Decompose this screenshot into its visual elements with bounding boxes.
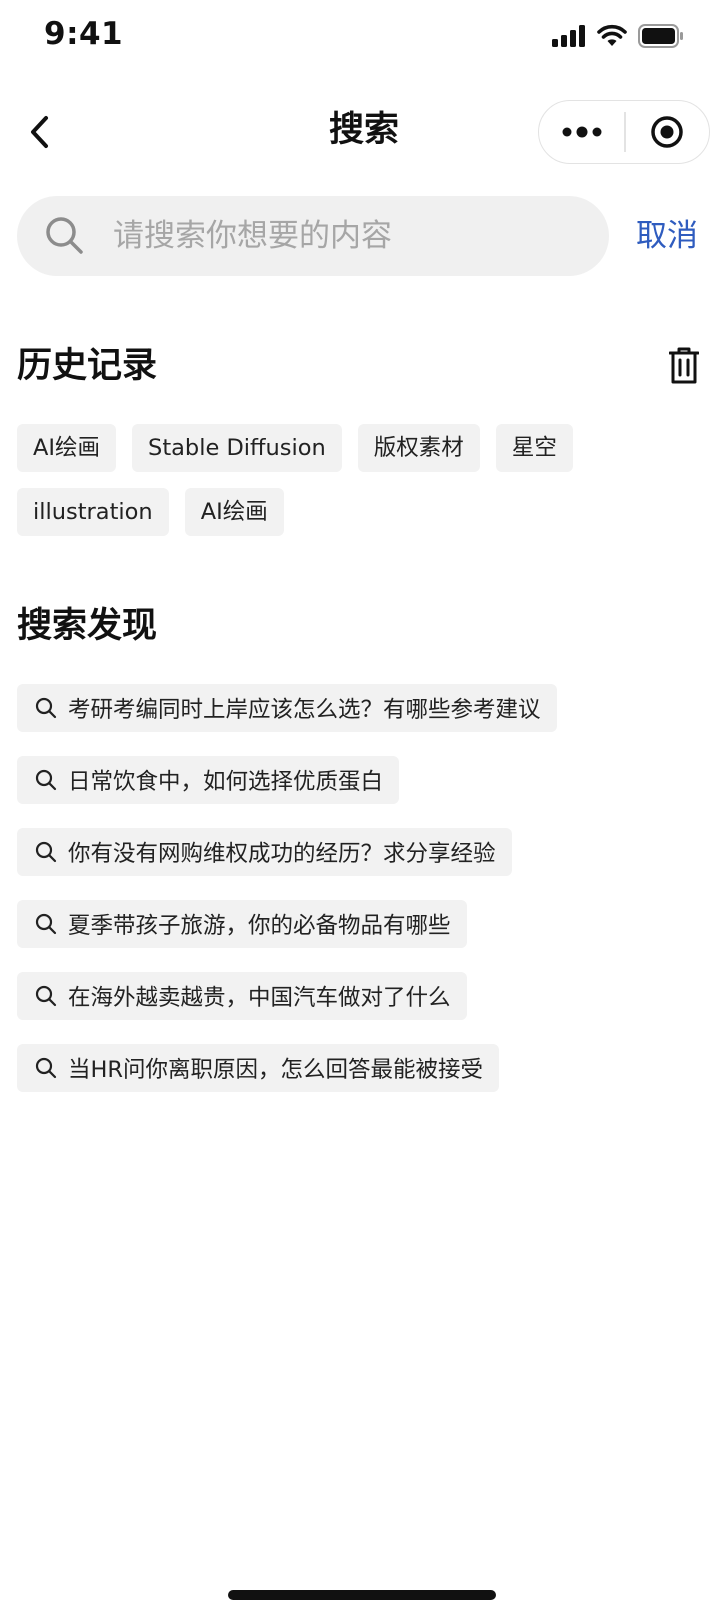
- search-screen: 9:41 搜索 请搜索你想要的内容 取消 历史记录 AI绘画 Stable Di…: [0, 0, 728, 1618]
- search-icon: [35, 841, 57, 863]
- close-button[interactable]: [626, 100, 709, 164]
- home-indicator[interactable]: [228, 1590, 496, 1600]
- discover-title: 搜索发现: [17, 606, 158, 646]
- history-tags: AI绘画 Stable Diffusion 版权素材 星空 illustrati…: [17, 424, 707, 536]
- discover-item[interactable]: 日常饮食中，如何选择优质蛋白: [17, 756, 400, 804]
- discover-item[interactable]: 考研考编同时上岸应该怎么选？有哪些参考建议: [17, 684, 557, 732]
- status-icons: [552, 22, 684, 50]
- wifi-icon: [597, 24, 627, 46]
- history-tag[interactable]: Stable Diffusion: [132, 424, 342, 472]
- cancel-button[interactable]: 取消: [636, 214, 698, 258]
- search-icon: [35, 1057, 57, 1079]
- discover-item-label: 考研考编同时上岸应该怎么选？有哪些参考建议: [68, 697, 541, 723]
- more-button[interactable]: [539, 100, 624, 164]
- status-time: 9:41: [44, 16, 124, 52]
- discover-item-label: 在海外越卖越贵，中国汽车做对了什么: [68, 985, 451, 1011]
- history-tag[interactable]: illustration: [17, 488, 169, 536]
- history-tag[interactable]: 星空: [495, 424, 573, 472]
- mini-program-capsule: [538, 100, 710, 164]
- search-bar[interactable]: [17, 196, 609, 276]
- discover-item-label: 你有没有网购维权成功的经历？求分享经验: [68, 841, 496, 867]
- clear-history-button[interactable]: [662, 344, 706, 388]
- status-bar: 9:41: [0, 0, 728, 76]
- history-tag[interactable]: 版权素材: [357, 424, 480, 472]
- signal-icon: [552, 25, 585, 47]
- trash-icon: [669, 347, 699, 384]
- nav-bar: 搜索: [0, 96, 728, 168]
- discover-item-label: 夏季带孩子旅游，你的必备物品有哪些: [68, 913, 451, 939]
- search-icon: [35, 697, 57, 719]
- discover-item[interactable]: 夏季带孩子旅游，你的必备物品有哪些: [17, 900, 467, 948]
- close-target-icon: [651, 116, 684, 148]
- search-icon: [35, 769, 57, 791]
- discover-item[interactable]: 你有没有网购维权成功的经历？求分享经验: [17, 828, 512, 876]
- discover-item[interactable]: 当HR问你离职原因，怎么回答最能被接受: [17, 1044, 500, 1092]
- search-icon: [35, 985, 57, 1007]
- history-tag[interactable]: AI绘画: [184, 488, 284, 536]
- search-icon: [46, 217, 83, 254]
- history-tag[interactable]: AI绘画: [17, 424, 117, 472]
- discover-item-label: 当HR问你离职原因，怎么回答最能被接受: [68, 1057, 484, 1083]
- history-title: 历史记录: [17, 346, 158, 386]
- discover-list: 考研考编同时上岸应该怎么选？有哪些参考建议 日常饮食中，如何选择优质蛋白 你有没…: [17, 684, 707, 1116]
- search-input[interactable]: [113, 196, 583, 276]
- battery-icon: [638, 24, 683, 48]
- discover-item-label: 日常饮食中，如何选择优质蛋白: [68, 769, 384, 795]
- more-icon: [562, 126, 602, 138]
- search-icon: [35, 913, 57, 935]
- discover-item[interactable]: 在海外越卖越贵，中国汽车做对了什么: [17, 972, 467, 1020]
